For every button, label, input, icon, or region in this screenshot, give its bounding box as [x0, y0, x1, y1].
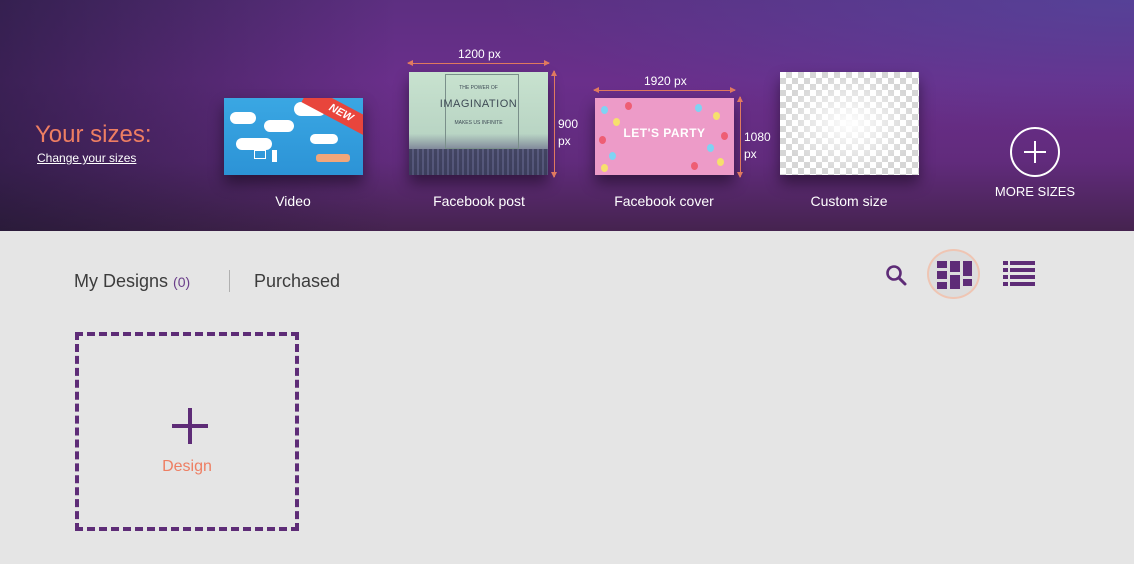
post-width-text: 1200 px	[458, 47, 501, 61]
change-sizes-link[interactable]: Change your sizes	[37, 151, 136, 165]
balloon-shape	[601, 164, 608, 172]
balloon-shape	[713, 112, 720, 120]
designs-count: (0)	[173, 274, 191, 290]
balloon-shape	[625, 102, 632, 110]
forest-shape	[409, 149, 548, 175]
post-height-text: 900 px	[558, 116, 578, 150]
balloon-shape	[601, 106, 608, 114]
cloud-shape	[236, 138, 272, 150]
sizes-panel: Your sizes: Change your sizes NEW Video …	[0, 0, 1134, 231]
thumb-title: IMAGINATION	[439, 98, 518, 110]
balloon-shape	[717, 158, 724, 166]
cloud-shape	[310, 134, 338, 144]
cover-height-value: 1080	[744, 130, 771, 144]
new-design-label: Design	[162, 458, 212, 475]
ribbon-shape	[316, 154, 350, 162]
search-icon[interactable]	[884, 263, 908, 287]
balloon-shape	[695, 104, 702, 112]
list-view-icon[interactable]	[1003, 260, 1035, 286]
monitor-icon	[254, 150, 266, 159]
height-arrow	[551, 70, 557, 178]
cloud-shape	[264, 120, 294, 132]
cover-width-text: 1920 px	[644, 74, 687, 88]
thumb-title: LET'S PARTY	[623, 126, 706, 140]
plus-icon[interactable]	[1010, 127, 1060, 177]
facebook-post-size-label[interactable]: Facebook post	[379, 193, 579, 209]
your-sizes-heading: Your sizes:	[35, 121, 152, 148]
tower-icon	[272, 150, 277, 162]
new-design-tile[interactable]: Design	[75, 332, 299, 531]
grid-view-icon	[937, 261, 972, 289]
cloud-shape	[230, 112, 256, 124]
balloon-shape	[691, 162, 698, 170]
tab-my-designs-label: My Designs	[74, 271, 169, 291]
custom-size-thumbnail[interactable]	[780, 72, 919, 175]
tab-divider	[229, 270, 230, 292]
thumb-line: THE POWER OF	[459, 85, 498, 91]
plus-icon	[172, 408, 208, 444]
width-arrow	[593, 87, 736, 93]
height-arrow	[737, 96, 743, 178]
width-arrow	[407, 60, 550, 66]
video-size-label[interactable]: Video	[193, 193, 393, 209]
cover-height-text: 1080 px	[744, 129, 771, 163]
facebook-cover-size-thumbnail[interactable]: LET'S PARTY	[595, 98, 734, 175]
balloon-shape	[707, 144, 714, 152]
tab-my-designs[interactable]: My Designs (0)	[74, 271, 190, 292]
cover-height-unit: px	[744, 147, 757, 161]
thumb-line: MAKES US INFINITE	[454, 120, 503, 126]
facebook-cover-size-label[interactable]: Facebook cover	[564, 193, 764, 209]
more-sizes-button[interactable]: MORE SIZES	[985, 184, 1085, 199]
grid-view-button[interactable]	[927, 249, 980, 299]
video-size-thumbnail[interactable]: NEW	[224, 98, 363, 175]
balloon-shape	[609, 152, 616, 160]
custom-size-label[interactable]: Custom size	[749, 193, 949, 209]
tab-purchased[interactable]: Purchased	[254, 271, 340, 292]
post-height-unit: px	[558, 134, 571, 148]
facebook-post-size-thumbnail[interactable]: THE POWER OF IMAGINATION MAKES US INFINI…	[409, 72, 548, 175]
balloon-shape	[613, 118, 620, 126]
post-height-value: 900	[558, 117, 579, 131]
